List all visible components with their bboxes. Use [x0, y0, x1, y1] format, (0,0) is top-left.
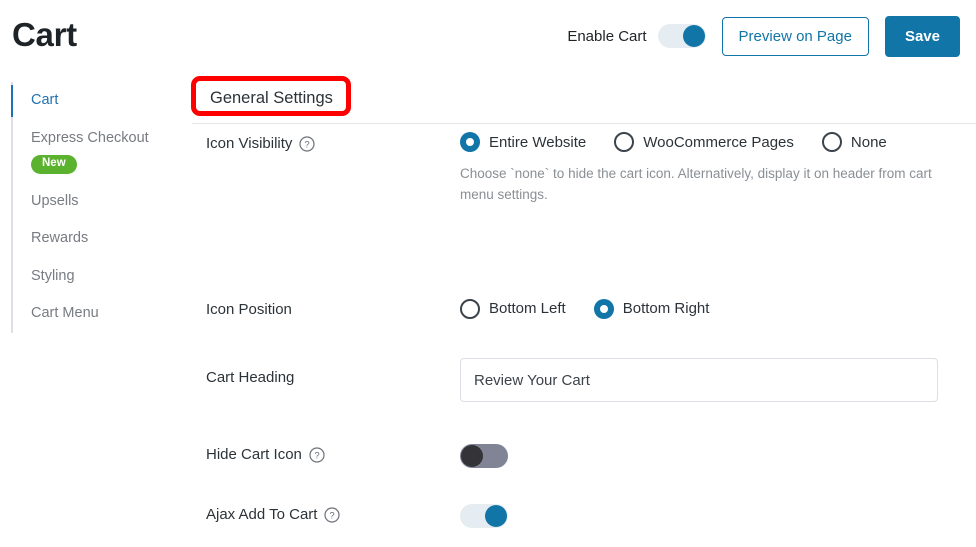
ajax-add-to-cart-toggle[interactable] — [460, 504, 508, 529]
field-control-icon-visibility: Entire Website WooCommerce Pages None Ch… — [460, 132, 976, 206]
radio-label: Entire Website — [489, 133, 587, 151]
header-actions: Enable Cart Preview on Page Save — [567, 15, 962, 57]
page-header: Cart Enable Cart Preview on Page Save — [0, 0, 976, 72]
radio-group-icon-position: Bottom Left Bottom Right — [460, 298, 945, 319]
radio-indicator — [821, 132, 842, 152]
toggle-knob — [682, 25, 705, 47]
sidebar-item-label: Cart — [31, 92, 59, 108]
cart-heading-input[interactable] — [460, 358, 938, 403]
radio-indicator — [460, 298, 480, 319]
field-control-icon-position: Bottom Left Bottom Right — [460, 298, 976, 319]
help-circle-icon[interactable]: ? — [299, 136, 316, 152]
field-label-text: Icon Position — [206, 300, 292, 318]
radio-label: WooCommerce Pages — [643, 133, 794, 151]
enable-cart-group: Enable Cart — [567, 24, 706, 48]
hide-cart-icon-toggle[interactable] — [460, 444, 508, 469]
field-label-icon-position: Icon Position — [206, 299, 460, 320]
radio-label: None — [850, 133, 887, 151]
field-label-text: Icon Visibility — [206, 135, 293, 152]
radio-label: Bottom Left — [489, 300, 566, 318]
help-circle-icon[interactable]: ? — [324, 507, 341, 523]
field-control-ajax-add-to-cart — [460, 504, 976, 529]
field-row-ajax-add-to-cart: Ajax Add To Cart ? — [0, 504, 976, 529]
field-label-ajax-add-to-cart: Ajax Add To Cart ? — [206, 504, 460, 525]
enable-cart-toggle[interactable] — [657, 24, 706, 48]
tab-bar: General Settings — [192, 76, 976, 124]
field-row-cart-heading: Cart Heading — [0, 358, 976, 403]
help-circle-icon[interactable]: ? — [309, 447, 325, 463]
toggle-knob — [461, 445, 483, 468]
svg-text:?: ? — [305, 139, 310, 150]
radio-indicator — [460, 132, 480, 152]
svg-text:?: ? — [314, 451, 319, 462]
settings-page: Cart Enable Cart Preview on Page Save Ca… — [0, 0, 976, 547]
radio-indicator — [614, 132, 635, 152]
field-label-text: Hide Cart Icon — [206, 446, 302, 464]
field-label-hide-cart-icon: Hide Cart Icon ? — [206, 444, 460, 465]
page-title: Cart — [12, 15, 77, 53]
save-button[interactable]: Save — [884, 15, 960, 57]
field-label-cart-heading: Cart Heading — [206, 358, 460, 388]
toggle-knob — [485, 505, 507, 528]
field-label-text: Ajax Add To Cart — [206, 506, 318, 524]
radio-option-woocommerce-pages[interactable]: WooCommerce Pages — [614, 132, 794, 152]
radio-option-entire-website[interactable]: Entire Website — [460, 132, 586, 152]
tab-general-settings[interactable]: General Settings — [200, 84, 343, 113]
field-row-hide-cart-icon: Hide Cart Icon ? — [0, 444, 976, 469]
radio-option-bottom-left[interactable]: Bottom Left — [460, 298, 566, 319]
field-label-icon-visibility: Icon Visibility ? — [206, 132, 460, 154]
field-label-text: Cart Heading — [206, 369, 295, 387]
field-control-cart-heading — [460, 358, 976, 403]
field-description-icon-visibility: Choose `none` to hide the cart icon. Alt… — [460, 166, 932, 202]
field-row-icon-visibility: Icon Visibility ? Entire Website WooComm… — [0, 132, 976, 206]
radio-label: Bottom Right — [622, 300, 710, 318]
preview-on-page-button[interactable]: Preview on Page — [721, 16, 869, 56]
general-settings-form: Icon Visibility ? Entire Website WooComm… — [0, 132, 976, 547]
enable-cart-label: Enable Cart — [567, 27, 647, 45]
radio-group-icon-visibility: Entire Website WooCommerce Pages None — [460, 132, 945, 152]
radio-option-bottom-right[interactable]: Bottom Right — [593, 298, 710, 319]
radio-indicator — [593, 298, 614, 319]
radio-option-none[interactable]: None — [821, 132, 887, 152]
svg-text:?: ? — [330, 511, 335, 522]
field-control-hide-cart-icon — [460, 444, 976, 469]
sidebar-item-cart[interactable]: Cart — [11, 82, 191, 120]
field-row-icon-position: Icon Position Bottom Left Bottom Right — [0, 298, 976, 320]
